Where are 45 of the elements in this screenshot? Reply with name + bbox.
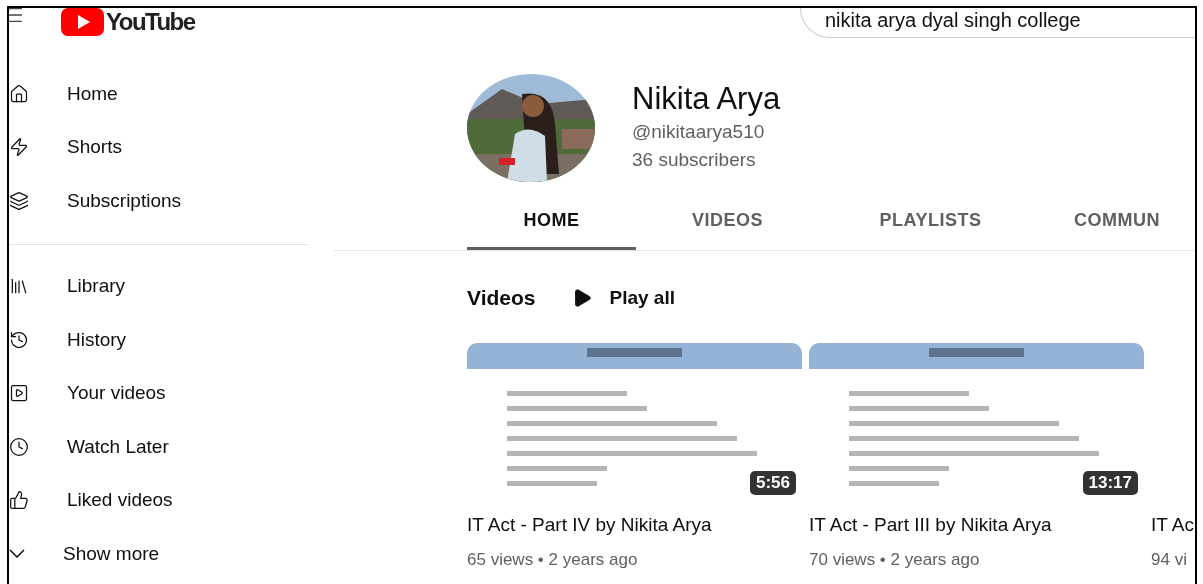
channel-tab[interactable]: VIDEOS xyxy=(636,194,819,250)
chevron-down-icon xyxy=(9,549,25,559)
sidebar-item[interactable]: Watch Later xyxy=(9,420,309,474)
sidebar-item[interactable]: Liked videos xyxy=(9,473,309,527)
sidebar-item-label: Show more xyxy=(63,542,160,565)
sidebar-item-label: Your videos xyxy=(67,382,166,405)
clock-icon xyxy=(9,436,29,457)
thumbs-up-icon xyxy=(9,490,29,511)
video-meta: 65 views • 2 years ago xyxy=(467,549,639,571)
video-title[interactable]: IT Act - Part III by Nikita Arya xyxy=(809,513,1144,537)
logo-text: YouTube xyxy=(106,8,195,36)
sidebar-item[interactable]: History xyxy=(9,313,309,367)
section-title: Videos xyxy=(467,286,536,310)
video-meta: 94 vi xyxy=(1151,549,1188,571)
duration-badge: 5:56 xyxy=(749,471,796,495)
channel-tab[interactable]: COMMUN xyxy=(1042,194,1192,250)
sidebar-item-label: Subscriptions xyxy=(67,189,182,212)
duration-badge: 13:17 xyxy=(1082,471,1138,495)
sidebar-item-label: History xyxy=(67,328,127,351)
sidebar-item[interactable]: Shorts xyxy=(9,120,309,174)
subscriptions-icon xyxy=(9,190,29,211)
sidebar-item-label: Library xyxy=(67,275,126,298)
channel-name: Nikita Arya xyxy=(632,80,781,118)
sidebar-item[interactable]: Home xyxy=(9,67,309,121)
search-field[interactable]: nikita arya dyal singh college xyxy=(800,8,1195,38)
play-square-icon xyxy=(9,383,29,404)
channel-tab[interactable]: HOME xyxy=(467,194,636,250)
video-meta: 70 views • 2 years ago xyxy=(809,549,981,571)
sidebar-item[interactable]: Your videos xyxy=(9,366,309,420)
sidebar-item[interactable]: Library xyxy=(9,259,309,313)
history-icon xyxy=(9,329,29,350)
sidebar-item-label: Watch Later xyxy=(67,435,169,458)
channel-handle: @nikitaarya510 xyxy=(632,120,766,144)
shorts-icon xyxy=(9,137,29,158)
sidebar-item-label: Shorts xyxy=(67,136,122,159)
sidebar-item[interactable]: Subscriptions xyxy=(9,174,309,228)
sidebar-item-label: Home xyxy=(67,82,118,105)
sidebar-item[interactable]: Show more xyxy=(9,527,309,581)
video-title[interactable]: IT Act - Part IV by Nikita Arya xyxy=(467,513,802,537)
home-icon xyxy=(9,83,29,104)
channel-tab[interactable]: PLAYLISTS xyxy=(819,194,1042,250)
sidebar-item-label: Liked videos xyxy=(67,489,173,512)
play-all-button[interactable]: Play all xyxy=(571,287,675,309)
video-title[interactable]: IT Ac xyxy=(1151,513,1195,537)
subscriber-count: 36 subscribers xyxy=(632,148,757,172)
